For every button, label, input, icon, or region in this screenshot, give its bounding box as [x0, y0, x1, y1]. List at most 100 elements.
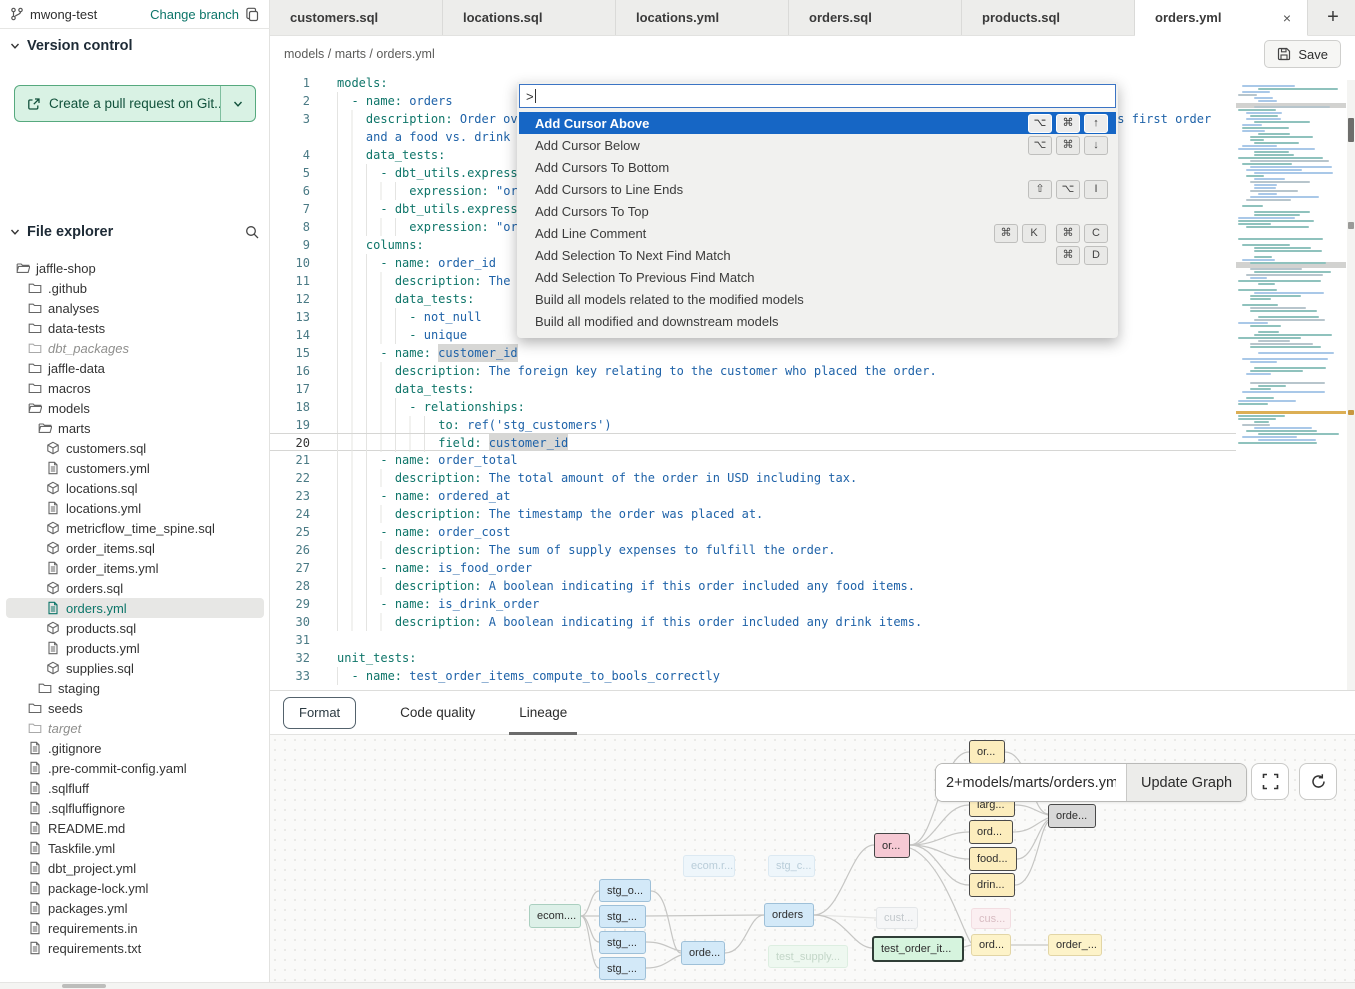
palette-item-add-cursor-above[interactable]: Add Cursor Above⌥⌘↑: [519, 112, 1116, 134]
editor-minimap[interactable]: [1236, 85, 1346, 447]
tree-item--gitignore[interactable]: .gitignore: [6, 738, 264, 758]
tree-item-order-items-yml[interactable]: order_items.yml: [6, 558, 264, 578]
editor-line[interactable]: 17data_tests:: [270, 380, 1236, 398]
tree-item-supplies-sql[interactable]: supplies.sql: [6, 658, 264, 678]
tree-item-locations-yml[interactable]: locations.yml: [6, 498, 264, 518]
tree-item-macros[interactable]: macros: [6, 378, 264, 398]
palette-item-add-cursor-below[interactable]: Add Cursor Below⌥⌘↓: [519, 134, 1116, 156]
update-graph-button[interactable]: Update Graph: [1126, 764, 1246, 801]
lineage-node-stg-[interactable]: stg_...: [599, 905, 646, 928]
lineage-node-ecom-[interactable]: ecom....: [529, 904, 581, 928]
new-tab-button[interactable]: +: [1311, 0, 1355, 35]
tree-item-marts[interactable]: marts: [6, 418, 264, 438]
tree-item-customers-sql[interactable]: customers.sql: [6, 438, 264, 458]
editor-line-current[interactable]: 20field: customer_id: [270, 433, 1236, 451]
command-palette-input[interactable]: >: [519, 84, 1116, 108]
lineage-node-or-[interactable]: or...: [969, 740, 1005, 764]
lineage-node-order-[interactable]: order_...: [1048, 934, 1102, 956]
horizontal-scrollbar-track[interactable]: [0, 982, 1355, 989]
format-button[interactable]: Format: [283, 697, 356, 729]
tree-item-orders-yml[interactable]: orders.yml: [6, 598, 264, 618]
tree-item-readme-md[interactable]: README.md: [6, 818, 264, 838]
tree-item-orders-sql[interactable]: orders.sql: [6, 578, 264, 598]
tab-locations-yml[interactable]: locations.yml: [616, 0, 789, 35]
search-files-icon[interactable]: [244, 224, 260, 240]
palette-item-add-cursors-to-bottom[interactable]: Add Cursors To Bottom: [519, 156, 1116, 178]
tree-item-target[interactable]: target: [6, 718, 264, 738]
fullscreen-button[interactable]: [1251, 763, 1289, 800]
tree-item-dbt-packages[interactable]: dbt_packages: [6, 338, 264, 358]
bottom-tab-code-quality[interactable]: Code quality: [400, 691, 475, 735]
tree-item--sqlfluff[interactable]: .sqlfluff: [6, 778, 264, 798]
tree-item--pre-commit-config-yaml[interactable]: .pre-commit-config.yaml: [6, 758, 264, 778]
tree-item-requirements-in[interactable]: requirements.in: [6, 918, 264, 938]
palette-item-add-line-comment[interactable]: Add Line Comment⌘K⌘C: [519, 222, 1116, 244]
lineage-node-stg-[interactable]: stg_...: [599, 957, 646, 980]
save-button[interactable]: Save: [1264, 40, 1341, 68]
close-tab-icon[interactable]: ×: [1281, 10, 1293, 26]
pr-dropdown-toggle[interactable]: [220, 86, 255, 121]
editor-line[interactable]: 22description: The total amount of the o…: [270, 469, 1236, 487]
lineage-node-food-[interactable]: food...: [969, 847, 1017, 871]
editor-line[interactable]: 27- name: is_food_order: [270, 559, 1236, 577]
tree-item-locations-sql[interactable]: locations.sql: [6, 478, 264, 498]
tree-item-products-yml[interactable]: products.yml: [6, 638, 264, 658]
tree-item-order-items-sql[interactable]: order_items.sql: [6, 538, 264, 558]
palette-item-add-cursors-to-top[interactable]: Add Cursors To Top: [519, 200, 1116, 222]
tab-locations-sql[interactable]: locations.sql: [443, 0, 616, 35]
tree-item-packages-yml[interactable]: packages.yml: [6, 898, 264, 918]
tab-customers-sql[interactable]: customers.sql: [270, 0, 443, 35]
lineage-node-ecom-r-[interactable]: ecom.r...: [683, 855, 735, 877]
editor-line[interactable]: 33- name: test_order_items_compute_to_bo…: [270, 667, 1236, 685]
tab-orders-yml[interactable]: orders.yml×: [1135, 0, 1308, 36]
tree-item-requirements-txt[interactable]: requirements.txt: [6, 938, 264, 958]
copy-branch-icon[interactable]: [245, 7, 260, 22]
tree-item-seeds[interactable]: seeds: [6, 698, 264, 718]
lineage-node-test-supply-[interactable]: test_supply...: [768, 945, 848, 968]
tree-item-dbt-project-yml[interactable]: dbt_project.yml: [6, 858, 264, 878]
editor-line[interactable]: 25- name: order_cost: [270, 523, 1236, 541]
editor-line[interactable]: 30description: A boolean indicating if t…: [270, 613, 1236, 631]
lineage-node-ord-[interactable]: ord...: [971, 934, 1011, 956]
lineage-node-cus-[interactable]: cus...: [971, 908, 1011, 929]
tree-item--github[interactable]: .github: [6, 278, 264, 298]
editor-line[interactable]: 21- name: order_total: [270, 451, 1236, 469]
tree-item-jaffle-data[interactable]: jaffle-data: [6, 358, 264, 378]
lineage-node-cust-[interactable]: cust...: [876, 907, 918, 929]
editor-line[interactable]: 19to: ref('stg_customers'): [270, 416, 1236, 434]
tab-products-sql[interactable]: products.sql: [962, 0, 1135, 35]
tree-item-data-tests[interactable]: data-tests: [6, 318, 264, 338]
lineage-node-test-order-it-[interactable]: test_order_it...: [872, 936, 964, 962]
tree-item-models[interactable]: models: [6, 398, 264, 418]
refresh-graph-button[interactable]: [1299, 763, 1337, 800]
tree-item-jaffle-shop[interactable]: jaffle-shop: [6, 258, 264, 278]
tab-orders-sql[interactable]: orders.sql: [789, 0, 962, 35]
file-explorer-header[interactable]: File explorer: [10, 224, 260, 240]
editor-line[interactable]: 28description: A boolean indicating if t…: [270, 577, 1236, 595]
tree-item--sqlfluffignore[interactable]: .sqlfluffignore: [6, 798, 264, 818]
palette-item-build-all-models-related-to-the-modified-models[interactable]: Build all models related to the modified…: [519, 288, 1116, 310]
horizontal-scrollbar-thumb[interactable]: [62, 984, 106, 988]
tree-item-products-sql[interactable]: products.sql: [6, 618, 264, 638]
change-branch-link[interactable]: Change branch: [150, 7, 239, 22]
lineage-node-stg-o-[interactable]: stg_o...: [599, 879, 651, 902]
palette-item-add-cursors-to-line-ends[interactable]: Add Cursors to Line Ends⇧⌥I: [519, 178, 1116, 200]
lineage-node-ord-[interactable]: ord...: [969, 820, 1013, 844]
tree-item-customers-yml[interactable]: customers.yml: [6, 458, 264, 478]
lineage-node-orde-[interactable]: orde...: [681, 941, 725, 965]
editor-line[interactable]: 29- name: is_drink_order: [270, 595, 1236, 613]
tree-item-package-lock-yml[interactable]: package-lock.yml: [6, 878, 264, 898]
editor-scrollbar[interactable]: [1347, 80, 1355, 690]
create-pr-button[interactable]: Create a pull request on Git...: [14, 85, 256, 122]
bottom-tab-lineage[interactable]: Lineage: [519, 691, 567, 735]
editor-line[interactable]: 18- relationships:: [270, 398, 1236, 416]
lineage-node-stg-c-[interactable]: stg_c...: [768, 855, 815, 877]
palette-item-build-all-modified-and-downstream-models[interactable]: Build all modified and downstream models: [519, 310, 1116, 332]
editor-line[interactable]: 16description: The foreign key relating …: [270, 362, 1236, 380]
palette-item-add-selection-to-previous-find-match[interactable]: Add Selection To Previous Find Match: [519, 266, 1116, 288]
lineage-node-or-[interactable]: or...: [874, 833, 910, 858]
tree-item-metricflow-time-spine-sql[interactable]: metricflow_time_spine.sql: [6, 518, 264, 538]
editor-line[interactable]: 31: [270, 631, 1236, 649]
lineage-node-drin-[interactable]: drin...: [969, 873, 1015, 897]
tree-item-taskfile-yml[interactable]: Taskfile.yml: [6, 838, 264, 858]
